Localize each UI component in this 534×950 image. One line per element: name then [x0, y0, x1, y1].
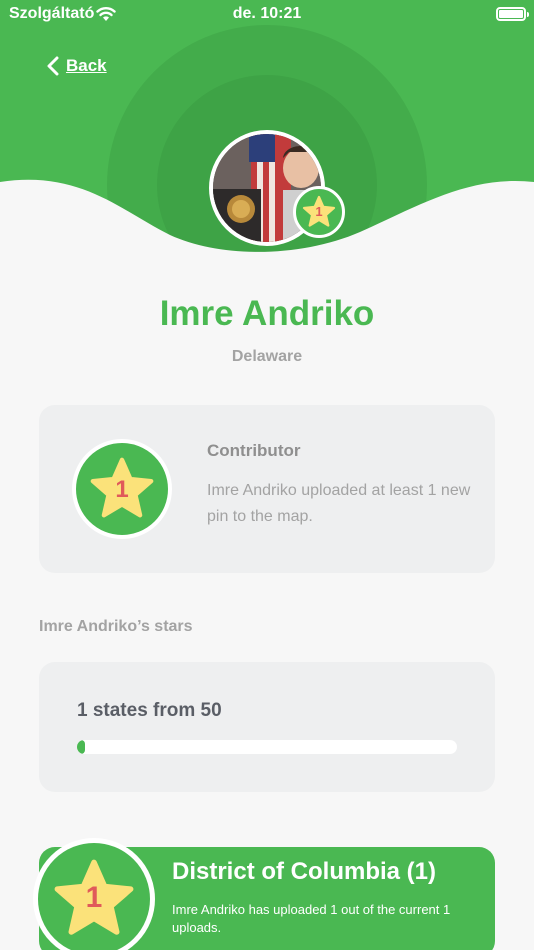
user-location: Delaware — [231, 348, 303, 365]
progress-track — [77, 740, 457, 754]
achievement-description: Imre Andriko uploaded at least 1 new pin… — [207, 482, 471, 525]
user-name: Imre Andriko — [159, 294, 375, 333]
state-star-badge: 1 — [33, 838, 155, 950]
stars-section-heading: Imre Andriko’s stars — [39, 618, 193, 635]
achievement-badge: 1 — [72, 439, 172, 539]
state-description: Imre Andriko has uploaded 1 out of the c… — [172, 902, 451, 935]
state-star-number: 1 — [85, 881, 103, 914]
progress-fill — [77, 740, 85, 754]
achievement-star-number: 1 — [115, 476, 129, 503]
back-button[interactable]: Back — [46, 56, 107, 76]
chevron-left-icon — [47, 56, 59, 76]
states-progress-card: 1 states from 50 — [39, 662, 495, 792]
state-title: District of Columbia (1) — [172, 858, 437, 885]
progress-text: 1 states from 50 — [77, 700, 222, 721]
badge-count: 1 — [315, 204, 323, 219]
clock: de. 10:21 — [232, 5, 302, 22]
status-bar: Szolgáltató de. 10:21 — [0, 0, 534, 30]
achievement-title: Contributor — [207, 441, 301, 460]
avatar-star-badge: 1 — [293, 186, 345, 238]
back-label: Back — [66, 56, 107, 75]
battery-icon — [496, 7, 529, 21]
achievement-card: 1 Contributor Imre Andriko uploaded at l… — [39, 405, 495, 573]
